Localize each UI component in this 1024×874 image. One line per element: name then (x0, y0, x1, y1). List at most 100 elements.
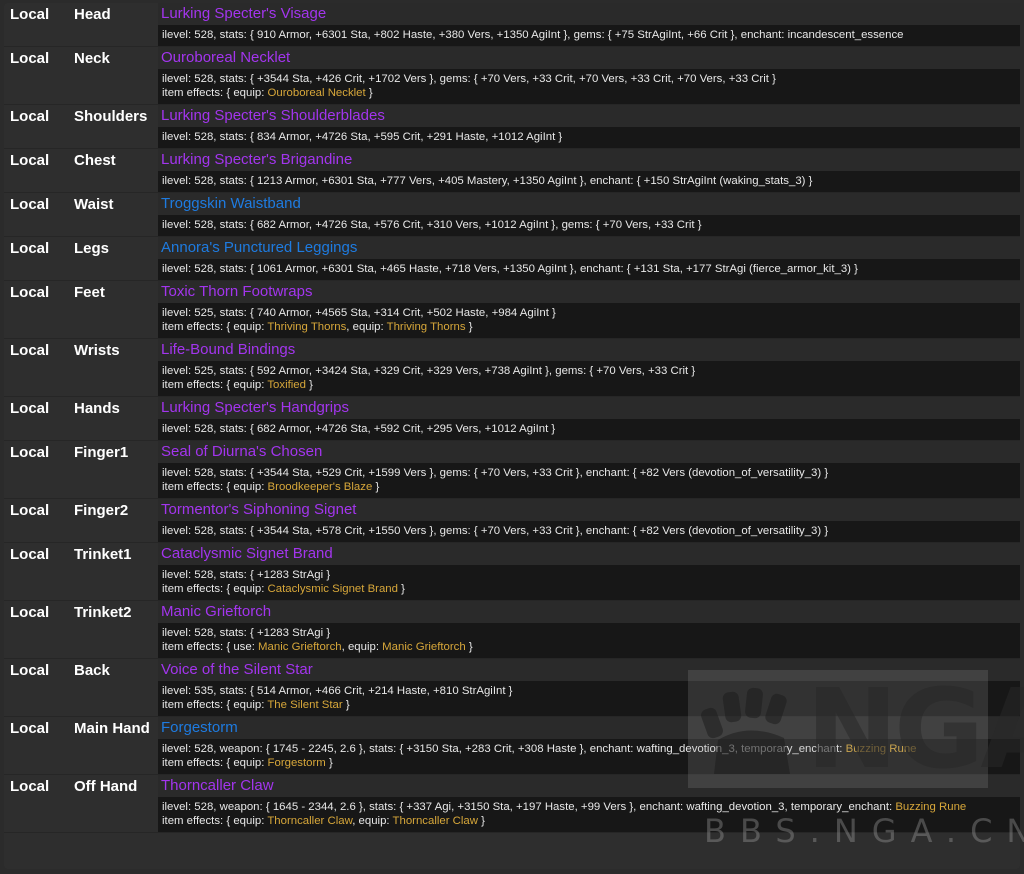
item-name[interactable]: Annora's Punctured Leggings (161, 239, 357, 256)
item-slot: Finger2 (74, 502, 129, 519)
item-name[interactable]: Manic Grieftorch (161, 603, 271, 620)
item-stats: ilevel: 528, stats: { 682 Armor, +4726 S… (162, 423, 556, 435)
item-details: ilevel: 528, stats: { 682 Armor, +4726 S… (158, 419, 1020, 440)
item-effects: item effects: { equip: Ouroboreal Neckle… (162, 87, 373, 99)
item-slot: Back (74, 662, 110, 679)
item-name-link[interactable]: Lurking Specter's Shoulderblades (158, 105, 1020, 127)
item-effect-link[interactable]: Forgestorm (268, 757, 326, 769)
item-source: Local (10, 196, 50, 213)
gear-row-legs: Local Legs Annora's Punctured Leggings ilev… (4, 237, 1020, 281)
item-slot: Feet (74, 284, 105, 301)
item-slot: Head (74, 6, 111, 23)
item-info: Lurking Specter's Brigandine ilevel: 528,… (158, 149, 1020, 192)
item-stats: ilevel: 535, stats: { 514 Armor, +466 Cr… (162, 685, 513, 697)
item-name[interactable]: Voice of the Silent Star (161, 661, 313, 678)
item-name-link[interactable]: Manic Grieftorch (158, 601, 1020, 623)
gear-row-trinket2: Local Trinket2 Manic Grieftorch ilevel: 528… (4, 601, 1020, 659)
item-details: ilevel: 528, stats: { 1213 Armor, +6301 … (158, 171, 1020, 192)
item-effect-link[interactable]: Thriving Thorns (387, 321, 466, 333)
item-name[interactable]: Lurking Specter's Visage (161, 5, 326, 22)
item-slot: Shoulders (74, 108, 148, 125)
item-name[interactable]: Seal of Diurna's Chosen (161, 443, 322, 460)
temporary-enchant-link[interactable]: Buzzing Rune (846, 743, 917, 755)
item-details: ilevel: 528, stats: { 1061 Armor, +6301 … (158, 259, 1020, 280)
item-name-link[interactable]: Tormentor's Siphoning Signet (158, 499, 1020, 521)
item-effects: item effects: { equip: Broodkeeper's Bla… (162, 481, 380, 493)
item-name-link[interactable]: Troggskin Waistband (158, 193, 1020, 215)
item-effect-link[interactable]: Thorncaller Claw (267, 815, 352, 827)
item-slot: Legs (74, 240, 110, 257)
item-source: Local (10, 342, 50, 359)
item-effects: item effects: { equip: Thorncaller Claw,… (162, 815, 485, 827)
item-name-link[interactable]: Voice of the Silent Star (158, 659, 1020, 681)
gear-row-wrists: Local Wrists Life-Bound Bindings ilevel: 52… (4, 339, 1020, 397)
item-effects: item effects: { equip: The Silent Star } (162, 699, 350, 711)
item-source: Local (10, 604, 50, 621)
item-slot: Main Hand (74, 720, 150, 737)
item-name-link[interactable]: Lurking Specter's Brigandine (158, 149, 1020, 171)
item-effect-link[interactable]: Thorncaller Claw (393, 815, 478, 827)
item-name-link[interactable]: Lurking Specter's Visage (158, 3, 1020, 25)
item-source: Local (10, 502, 50, 519)
gear-row-main-hand: Local Main Hand Forgestorm ilevel: 528, wea… (4, 717, 1020, 775)
item-source: Local (10, 108, 50, 125)
item-source: Local (10, 6, 50, 23)
item-name-link[interactable]: Forgestorm (158, 717, 1020, 739)
item-slot: Finger1 (74, 444, 129, 461)
item-effect-link[interactable]: Manic Grieftorch (258, 641, 342, 653)
item-info: Troggskin Waistband ilevel: 528, stats: {… (158, 193, 1020, 236)
item-name[interactable]: Thorncaller Claw (161, 777, 274, 794)
item-stats: ilevel: 528, stats: { 1213 Armor, +6301 … (162, 175, 813, 187)
item-name[interactable]: Lurking Specter's Handgrips (161, 399, 349, 416)
item-name-link[interactable]: Toxic Thorn Footwraps (158, 281, 1020, 303)
item-info: Lurking Specter's Handgrips ilevel: 528, … (158, 397, 1020, 440)
item-name[interactable]: Lurking Specter's Shoulderblades (161, 107, 385, 124)
item-effect-link[interactable]: Toxified (267, 379, 306, 391)
item-name-link[interactable]: Life-Bound Bindings (158, 339, 1020, 361)
item-effect-link[interactable]: Broodkeeper's Blaze (268, 481, 373, 493)
item-info: Forgestorm ilevel: 528, weapon: { 1745 - … (158, 717, 1020, 774)
item-stats: ilevel: 528, stats: { 834 Armor, +4726 S… (162, 131, 563, 143)
temporary-enchant-link[interactable]: Buzzing Rune (895, 801, 966, 813)
gear-row-hands: Local Hands Lurking Specter's Handgrips ile… (4, 397, 1020, 441)
gear-row-waist: Local Waist Troggskin Waistband ilevel: 528… (4, 193, 1020, 237)
gear-row-off-hand: Local Off Hand Thorncaller Claw ilevel: 528… (4, 775, 1020, 833)
item-name-link[interactable]: Thorncaller Claw (158, 775, 1020, 797)
item-info: Tormentor's Siphoning Signet ilevel: 528,… (158, 499, 1020, 542)
item-name-link[interactable]: Cataclysmic Signet Brand (158, 543, 1020, 565)
item-source: Local (10, 152, 50, 169)
item-name[interactable]: Lurking Specter's Brigandine (161, 151, 352, 168)
item-name[interactable]: Life-Bound Bindings (161, 341, 295, 358)
item-effect-link[interactable]: The Silent Star (267, 699, 342, 711)
item-name[interactable]: Forgestorm (161, 719, 238, 736)
item-slot: Hands (74, 400, 120, 417)
item-info: Lurking Specter's Shoulderblades ilevel: … (158, 105, 1020, 148)
item-info: Life-Bound Bindings ilevel: 525, stats: {… (158, 339, 1020, 396)
item-name[interactable]: Toxic Thorn Footwraps (161, 283, 312, 300)
item-effect-link[interactable]: Cataclysmic Signet Brand (268, 583, 398, 595)
gear-row-feet: Local Feet Toxic Thorn Footwraps ilevel: 52… (4, 281, 1020, 339)
item-details: ilevel: 528, stats: { +3544 Sta, +578 Cr… (158, 521, 1020, 542)
item-name-link[interactable]: Seal of Diurna's Chosen (158, 441, 1020, 463)
item-slot: Waist (74, 196, 114, 213)
item-slot: Trinket1 (74, 546, 132, 563)
item-name[interactable]: Cataclysmic Signet Brand (161, 545, 333, 562)
item-name[interactable]: Tormentor's Siphoning Signet (161, 501, 356, 518)
item-name-link[interactable]: Annora's Punctured Leggings (158, 237, 1020, 259)
item-name[interactable]: Ouroboreal Necklet (161, 49, 290, 66)
item-name-link[interactable]: Ouroboreal Necklet (158, 47, 1020, 69)
item-info: Thorncaller Claw ilevel: 528, weapon: { 1… (158, 775, 1020, 832)
item-effect-link[interactable]: Manic Grieftorch (382, 641, 466, 653)
item-details: ilevel: 528, stats: { +1283 StrAgi } item… (158, 565, 1020, 600)
item-stats: ilevel: 525, stats: { 740 Armor, +4565 S… (162, 307, 556, 319)
item-source: Local (10, 778, 50, 795)
item-name-link[interactable]: Lurking Specter's Handgrips (158, 397, 1020, 419)
item-details: ilevel: 528, stats: { +1283 StrAgi } item… (158, 623, 1020, 658)
item-stats: ilevel: 525, stats: { 592 Armor, +3424 S… (162, 365, 696, 377)
item-name[interactable]: Troggskin Waistband (161, 195, 301, 212)
gear-row-shoulders: Local Shoulders Lurking Specter's Shoulder… (4, 105, 1020, 149)
item-effect-link[interactable]: Ouroboreal Necklet (268, 87, 366, 99)
item-stats: ilevel: 528, stats: { +3544 Sta, +578 Cr… (162, 525, 829, 537)
item-source: Local (10, 662, 50, 679)
item-effect-link[interactable]: Thriving Thorns (267, 321, 346, 333)
